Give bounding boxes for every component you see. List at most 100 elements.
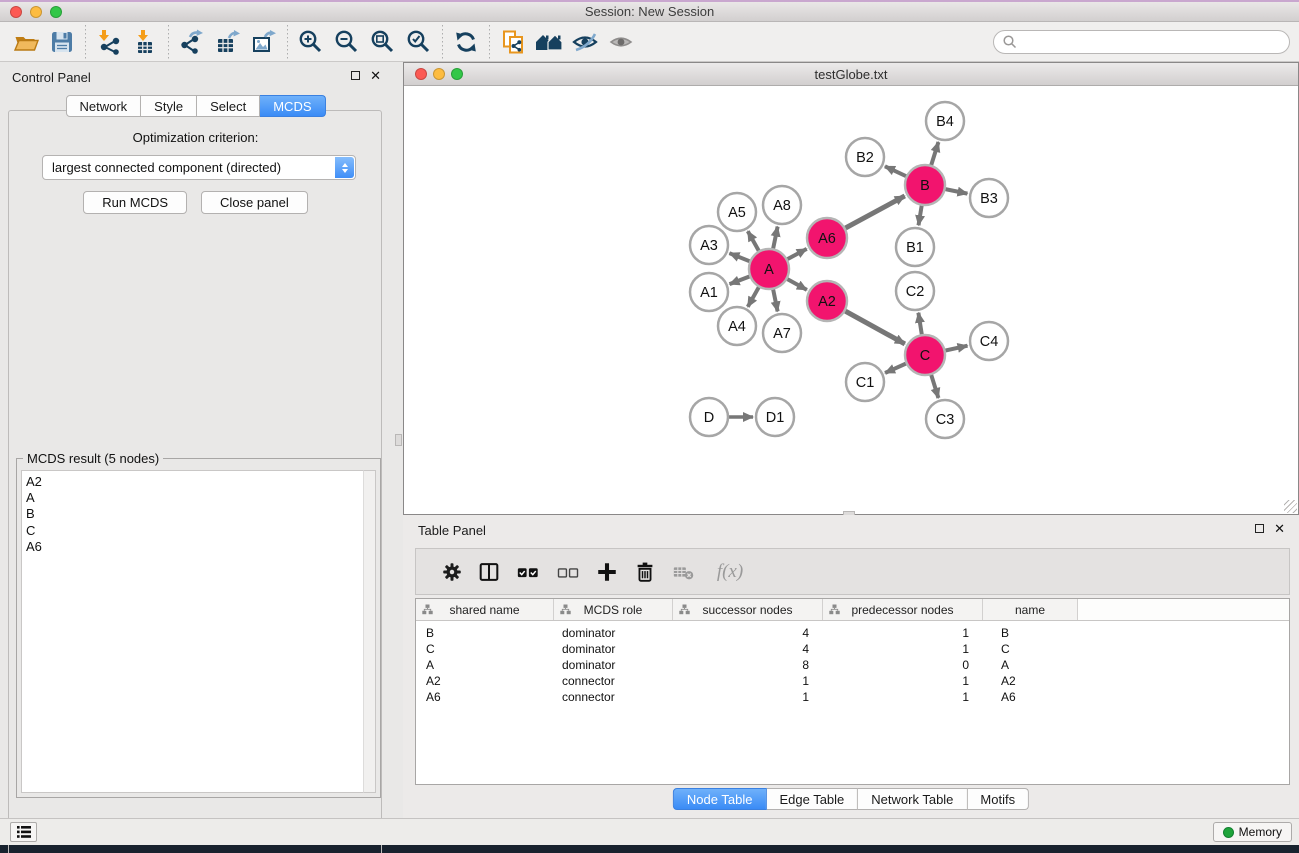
table-cell[interactable]: 1: [823, 625, 983, 641]
table-cell[interactable]: B: [983, 625, 1078, 641]
table-cell[interactable]: dominator: [554, 657, 673, 673]
float-panel-icon[interactable]: [1255, 524, 1264, 533]
vertical-splitter-handle[interactable]: [395, 434, 402, 446]
node-A7[interactable]: A7: [763, 314, 801, 352]
table-cell[interactable]: A: [416, 657, 554, 673]
export-image-button[interactable]: [246, 25, 282, 59]
node-C1[interactable]: C1: [846, 363, 884, 401]
table-cell[interactable]: connector: [554, 689, 673, 705]
mcds-result-item[interactable]: A2: [26, 474, 363, 490]
table-cell[interactable]: C: [416, 641, 554, 657]
tab-node-table[interactable]: Node Table: [673, 788, 767, 810]
node-C2[interactable]: C2: [896, 272, 934, 310]
table-row[interactable]: Adominator80A: [416, 657, 1289, 673]
node-A2[interactable]: A2: [807, 281, 847, 321]
open-session-button[interactable]: [8, 25, 44, 59]
zoom-in-button[interactable]: [293, 25, 329, 59]
show-panels-button[interactable]: [10, 822, 37, 842]
zoom-selected-button[interactable]: [401, 25, 437, 59]
column-header-mcds-role[interactable]: MCDS role: [554, 599, 673, 620]
close-panel-button[interactable]: Close panel: [201, 191, 308, 214]
column-header-shared-name[interactable]: shared name: [416, 599, 554, 620]
column-header-name[interactable]: name: [983, 599, 1078, 620]
export-table-button[interactable]: [210, 25, 246, 59]
table-cell[interactable]: 0: [823, 657, 983, 673]
select-all-button[interactable]: [508, 555, 548, 589]
table-cell[interactable]: B: [416, 625, 554, 641]
node-B3[interactable]: B3: [970, 179, 1008, 217]
add-column-button[interactable]: [588, 555, 626, 589]
toggle-panel-layout-button[interactable]: [470, 555, 508, 589]
tab-motifs[interactable]: Motifs: [967, 788, 1029, 810]
zoom-out-button[interactable]: [329, 25, 365, 59]
close-panel-icon[interactable]: ✕: [370, 70, 381, 81]
criterion-dropdown[interactable]: largest connected component (directed): [42, 155, 356, 180]
export-network-button[interactable]: [174, 25, 210, 59]
tab-network[interactable]: Network: [65, 95, 141, 117]
table-row[interactable]: A2connector11A2: [416, 673, 1289, 689]
mcds-result-item[interactable]: A6: [26, 539, 363, 555]
node-D1[interactable]: D1: [756, 398, 794, 436]
table-cell[interactable]: 1: [673, 689, 823, 705]
save-session-button[interactable]: [44, 25, 80, 59]
table-row[interactable]: A6connector11A6: [416, 689, 1289, 705]
tab-network-table[interactable]: Network Table: [858, 788, 967, 810]
node-A4[interactable]: A4: [718, 307, 756, 345]
table-cell[interactable]: 4: [673, 625, 823, 641]
table-cell[interactable]: 4: [673, 641, 823, 657]
hide-selected-button[interactable]: [567, 25, 603, 59]
search-input[interactable]: [993, 30, 1290, 54]
node-C3[interactable]: C3: [926, 400, 964, 438]
close-panel-icon[interactable]: ✕: [1274, 523, 1285, 534]
table-cell[interactable]: 1: [823, 641, 983, 657]
node-A1[interactable]: A1: [690, 273, 728, 311]
duplicate-network-button[interactable]: [495, 25, 531, 59]
node-A3[interactable]: A3: [690, 226, 728, 264]
network-window-titlebar[interactable]: testGlobe.txt: [404, 63, 1298, 86]
delete-table-button[interactable]: [664, 555, 704, 589]
table-cell[interactable]: A2: [416, 673, 554, 689]
window-titlebar[interactable]: Session: New Session: [0, 0, 1299, 22]
delete-columns-button[interactable]: [626, 555, 664, 589]
node-A6[interactable]: A6: [807, 218, 847, 258]
table-cell[interactable]: A6: [983, 689, 1078, 705]
node-A8[interactable]: A8: [763, 186, 801, 224]
float-panel-icon[interactable]: [351, 71, 360, 80]
node-D[interactable]: D: [690, 398, 728, 436]
node-B4[interactable]: B4: [926, 102, 964, 140]
table-cell[interactable]: A: [983, 657, 1078, 673]
import-network-button[interactable]: [91, 25, 127, 59]
table-row[interactable]: Bdominator41B: [416, 625, 1289, 641]
apply-layout-button[interactable]: [448, 25, 484, 59]
network-canvas[interactable]: B4B2BB3B1A5A8A6A3AA1A2A4A7C2CC4C1C3DD1: [404, 86, 1298, 515]
table-cell[interactable]: dominator: [554, 625, 673, 641]
zoom-fit-button[interactable]: [365, 25, 401, 59]
tab-mcds[interactable]: MCDS: [260, 95, 325, 117]
node-A5[interactable]: A5: [718, 193, 756, 231]
show-all-button[interactable]: [603, 25, 639, 59]
table-cell[interactable]: C: [983, 641, 1078, 657]
table-settings-button[interactable]: [434, 555, 470, 589]
mcds-result-item[interactable]: B: [26, 506, 363, 522]
node-A[interactable]: A: [749, 249, 789, 289]
tab-select[interactable]: Select: [197, 95, 260, 117]
memory-button[interactable]: Memory: [1213, 822, 1292, 842]
mcds-result-item[interactable]: C: [26, 523, 363, 539]
window-resize-grip[interactable]: [1284, 500, 1297, 513]
mcds-list-scrollbar[interactable]: [363, 470, 376, 793]
table-cell[interactable]: 8: [673, 657, 823, 673]
node-B2[interactable]: B2: [846, 138, 884, 176]
table-row[interactable]: Cdominator41C: [416, 641, 1289, 657]
table-cell[interactable]: 1: [823, 689, 983, 705]
table-cell[interactable]: A6: [416, 689, 554, 705]
node-C[interactable]: C: [905, 335, 945, 375]
node-C4[interactable]: C4: [970, 322, 1008, 360]
home-button[interactable]: [531, 25, 567, 59]
table-cell[interactable]: A2: [983, 673, 1078, 689]
run-mcds-button[interactable]: Run MCDS: [83, 191, 187, 214]
tab-style[interactable]: Style: [141, 95, 197, 117]
mcds-result-item[interactable]: A: [26, 490, 363, 506]
import-table-button[interactable]: [127, 25, 163, 59]
tab-edge-table[interactable]: Edge Table: [766, 788, 858, 810]
node-B1[interactable]: B1: [896, 228, 934, 266]
